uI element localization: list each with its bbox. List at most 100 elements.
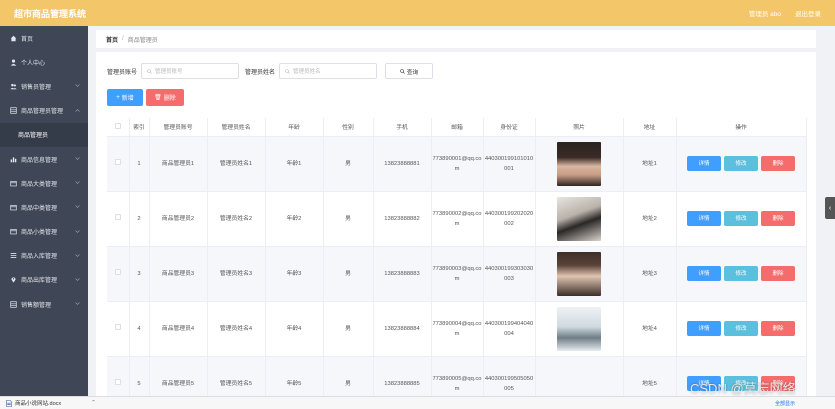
checkbox[interactable]: [114, 378, 121, 385]
chevron-up-icon: [75, 108, 80, 112]
cell-email: 773890002@qq.com: [431, 191, 484, 247]
sidebar-item-product-info[interactable]: 商品信息管理: [0, 147, 88, 171]
edit-button[interactable]: 修改: [724, 266, 758, 281]
action-bar: + 新增 🗑 删除: [107, 89, 184, 106]
cell-photo: [535, 136, 624, 192]
box-icon: [10, 204, 17, 211]
document-icon: [6, 399, 12, 407]
cell-photo: [535, 191, 624, 247]
header-age: 年龄: [265, 118, 324, 137]
checkbox[interactable]: [114, 122, 121, 129]
show-all-link[interactable]: 全部显示: [775, 400, 795, 407]
search-placeholder-name: 管理员姓名: [293, 69, 321, 75]
chevron-down-icon: [75, 253, 80, 257]
download-filename: 商品小说网站.docx: [15, 401, 62, 407]
cell-age: 年龄1: [265, 136, 324, 192]
top-bar: 超市商品管理系统 管理员 abo 退出登录: [0, 0, 835, 26]
logout-link[interactable]: 退出登录: [795, 8, 821, 18]
search-input-account[interactable]: 管理员账号: [141, 63, 240, 79]
detail-button[interactable]: 详情: [687, 321, 721, 336]
checkbox[interactable]: [114, 323, 121, 330]
row-select[interactable]: [107, 246, 130, 302]
chevron-down-icon: [75, 84, 80, 88]
search-placeholder-account: 管理员账号: [155, 69, 183, 75]
cell-gender: 男: [323, 301, 374, 357]
breadcrumb-home[interactable]: 首页: [106, 35, 118, 44]
cell-address: 地址1: [623, 136, 677, 192]
sidebar-item-sales-staff[interactable]: 销售员管理: [0, 74, 88, 98]
grid-icon: [10, 107, 17, 114]
delete-button[interactable]: 删除: [761, 211, 795, 226]
user-icon: [10, 59, 17, 66]
sidebar-item-profile[interactable]: 个人中心: [0, 50, 88, 74]
avatar-photo: [557, 306, 601, 351]
box-icon: [10, 180, 17, 187]
batch-delete-button[interactable]: 🗑 删除: [146, 89, 184, 106]
current-user[interactable]: 管理员 abo: [749, 8, 781, 18]
query-button[interactable]: 查询: [385, 63, 434, 79]
edit-button[interactable]: 修改: [724, 321, 758, 336]
cell-name: 管理员姓名3: [207, 246, 266, 302]
detail-button[interactable]: 详情: [687, 211, 721, 226]
detail-button[interactable]: 详情: [687, 266, 721, 281]
download-item[interactable]: 商品小说网站.docx: [6, 399, 61, 407]
sidebar-item-stock-in[interactable]: 商品入库管理: [0, 244, 88, 268]
sidebar-item-category-small[interactable]: 商品小类管理: [0, 220, 88, 244]
main-panel: 管理员账号 管理员账号 管理员姓名 管理员姓名 查询 + 新增 🗑 删除 索引 …: [96, 52, 816, 409]
chevron-down-icon: [75, 229, 80, 233]
cell-age: 年龄4: [265, 301, 324, 357]
table-row: 2 商品管理员2 管理员姓名2 年龄2 男 13823888882 773890…: [107, 191, 807, 247]
sidebar-item-label: 销售员管理: [21, 84, 52, 91]
row-select[interactable]: [107, 191, 130, 247]
cell-actions: 详情 修改 删除: [676, 191, 807, 247]
sidebar-item-category-large[interactable]: 商品大类管理: [0, 171, 88, 195]
grid-icon: [10, 301, 17, 308]
sidebar-item-home[interactable]: 首页: [0, 26, 88, 50]
delete-button[interactable]: 删除: [761, 266, 795, 281]
row-select[interactable]: [107, 301, 130, 357]
cell-name: 管理员姓名2: [207, 191, 266, 247]
header-email: 邮箱: [431, 118, 484, 137]
sidebar-item-label: 商品入库管理: [21, 254, 58, 261]
cell-gender: 男: [323, 191, 374, 247]
delete-button[interactable]: 删除: [761, 156, 795, 171]
sidebar-item-category-medium[interactable]: 商品中类管理: [0, 195, 88, 219]
sidebar-item-product-admin[interactable]: 商品管理员: [0, 122, 88, 147]
edit-button[interactable]: 修改: [724, 156, 758, 171]
checkbox[interactable]: [114, 213, 121, 220]
sidebar-item-label: 销售额管理: [21, 302, 52, 309]
plus-icon: +: [116, 94, 120, 101]
edit-button[interactable]: 修改: [724, 211, 758, 226]
sidebar-item-label: 商品出库管理: [21, 278, 58, 285]
header-select-all[interactable]: [107, 118, 130, 137]
sidebar-item-stock-out[interactable]: 商品出库管理: [0, 268, 88, 292]
cell-index: 1: [129, 136, 150, 192]
search-label-name: 管理员姓名: [245, 69, 276, 76]
search-input-name[interactable]: 管理员姓名: [279, 63, 378, 79]
chevron-up-icon[interactable]: ⌃: [91, 400, 96, 406]
search-icon: [399, 68, 405, 74]
cell-phone: 13823888884: [373, 301, 432, 357]
sidebar-item-label: 商品管理员管理: [21, 109, 64, 116]
breadcrumb: 首页 / 商品管理员: [96, 30, 816, 48]
sidebar-item-product-admin-mgmt[interactable]: 商品管理员管理: [0, 99, 88, 123]
admin-table: 索引 管理员账号 管理员姓名 年龄 性别 手机 邮箱 身份证 照片 地址 操作 …: [107, 118, 807, 409]
cell-age: 年龄2: [265, 191, 324, 247]
delete-button[interactable]: 删除: [761, 321, 795, 336]
row-select[interactable]: [107, 136, 130, 192]
cell-account: 商品管理员1: [149, 136, 208, 192]
header-photo: 照片: [535, 118, 624, 137]
add-button[interactable]: + 新增: [107, 89, 143, 106]
cell-email: 773890003@qq.com: [431, 246, 484, 302]
checkbox[interactable]: [114, 268, 121, 275]
cell-gender: 男: [323, 246, 374, 302]
sidebar-item-sales-amount[interactable]: 销售额管理: [0, 292, 88, 316]
header-actions: 操作: [676, 118, 807, 137]
cell-id-card: 440300199404040004: [483, 301, 536, 357]
cell-age: 年龄3: [265, 246, 324, 302]
cell-name: 管理员姓名4: [207, 301, 266, 357]
detail-button[interactable]: 详情: [687, 156, 721, 171]
side-collapse-handle[interactable]: ‹: [825, 197, 835, 219]
checkbox[interactable]: [114, 158, 121, 165]
chevron-down-icon: [75, 302, 80, 305]
